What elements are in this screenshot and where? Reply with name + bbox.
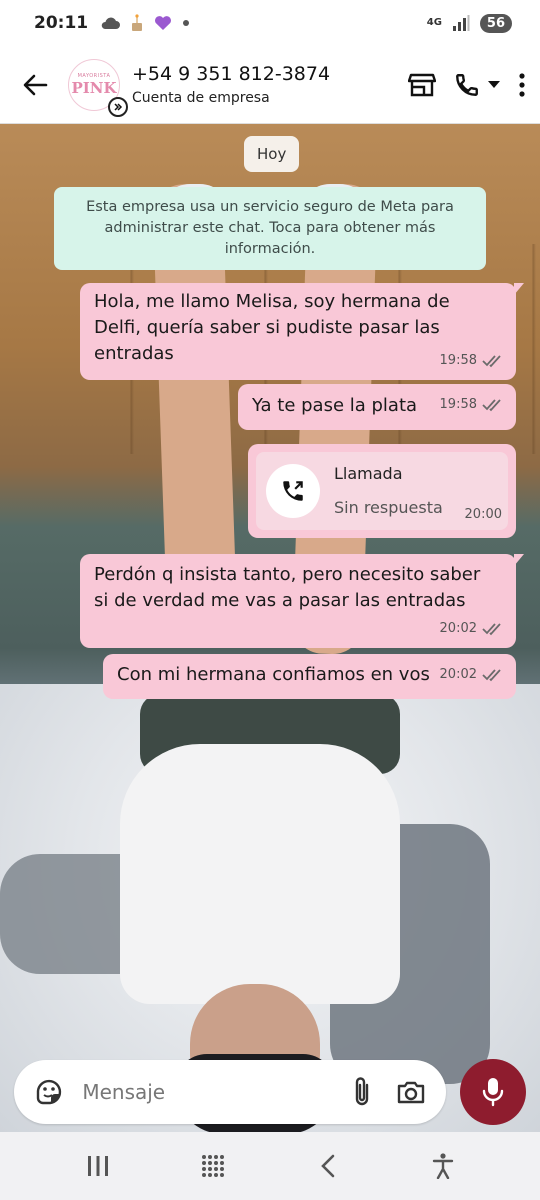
store-button[interactable] — [408, 65, 436, 105]
home-icon — [201, 1155, 224, 1177]
camera-icon — [397, 1081, 425, 1104]
call-message-bubble[interactable]: Llamada Sin respuesta 20:00 — [248, 444, 516, 538]
nav-back-button[interactable] — [298, 1141, 358, 1191]
home-button[interactable] — [183, 1141, 243, 1191]
voice-message-button[interactable] — [460, 1059, 526, 1125]
message-meta: 19:58 — [440, 348, 504, 374]
status-notification-icons — [100, 14, 190, 32]
message-bubble[interactable]: Hola, me llamo Melisa, soy hermana de De… — [80, 283, 524, 380]
call-texts: Llamada Sin respuesta — [334, 461, 443, 521]
nav-back-icon — [320, 1154, 334, 1178]
contact-subtitle: Cuenta de empresa — [132, 90, 270, 106]
message-meta: 20:02 — [440, 616, 504, 642]
message-time: 19:58 — [439, 353, 477, 368]
attach-icon — [356, 1077, 369, 1106]
signal-icon — [452, 15, 470, 31]
system-nav-bar — [0, 1132, 540, 1200]
call-status: Sin respuesta — [334, 498, 443, 517]
message-time: 19:58 — [439, 397, 477, 412]
accessibility-button[interactable] — [413, 1141, 473, 1191]
sticker-icon — [36, 1079, 62, 1105]
sticker-button[interactable] — [32, 1072, 66, 1112]
mic-icon — [482, 1078, 504, 1107]
back-button[interactable] — [14, 64, 56, 106]
recents-button[interactable] — [68, 1141, 128, 1191]
message-meta: 20:02 — [440, 662, 504, 688]
message-text: Hola, me llamo Melisa, soy hermana de De… — [94, 291, 450, 364]
message-bubble[interactable]: Ya te pase la plata 19:58 — [238, 384, 516, 430]
chat-area[interactable]: Hoy Esta empresa usa un servicio seguro … — [0, 124, 540, 1132]
message-input[interactable] — [82, 1080, 332, 1104]
message-time: 20:00 — [464, 507, 502, 522]
status-bar: 20:11 4G 56 — [0, 0, 540, 46]
message-input-bar — [14, 1060, 446, 1124]
cake-icon — [132, 14, 143, 31]
phone-icon — [456, 73, 478, 96]
message-text: Perdón q insista tanto, pero necesito sa… — [94, 564, 481, 611]
heart-icon — [155, 16, 172, 30]
contact-info[interactable]: +54 9 351 812-3874 Cuenta de empresa — [132, 63, 330, 106]
double-check-icon — [482, 355, 501, 368]
double-check-icon — [482, 623, 501, 636]
avatar-text-main: PINK — [71, 78, 117, 97]
header-actions — [408, 65, 526, 105]
attach-button[interactable] — [345, 1072, 379, 1112]
accessibility-icon — [432, 1153, 453, 1179]
chat-header: MAYORISTA PINK +54 9 351 812-3874 Cuenta… — [0, 46, 540, 124]
business-info-message[interactable]: Esta empresa usa un servicio seguro de M… — [54, 187, 486, 270]
status-time: 20:11 — [34, 13, 89, 33]
status-system-icons: 4G 56 — [426, 13, 512, 33]
cloud-icon — [101, 17, 121, 29]
missed-call-icon — [283, 481, 303, 501]
call-title: Llamada — [334, 464, 403, 483]
message-time: 20:02 — [439, 621, 477, 636]
contact-name: +54 9 351 812-3874 — [132, 63, 331, 85]
call-icon-wrap — [266, 464, 320, 518]
network-type: 4G — [426, 17, 442, 28]
call-button[interactable] — [454, 65, 500, 105]
dot-icon — [183, 20, 190, 26]
more-vert-icon — [519, 72, 525, 97]
contact-avatar[interactable]: MAYORISTA PINK — [68, 58, 128, 117]
more-options-button[interactable] — [518, 65, 526, 105]
message-bubble[interactable]: Con mi hermana confiamos en vos 20:02 — [103, 654, 516, 699]
recents-icon — [87, 1156, 108, 1176]
business-badge-icon — [108, 96, 128, 117]
dropdown-icon — [488, 80, 500, 88]
store-icon — [408, 73, 436, 96]
message-bubble[interactable]: Perdón q insista tanto, pero necesito sa… — [80, 554, 524, 648]
message-time: 20:02 — [439, 667, 477, 682]
wallpaper-shirt — [120, 744, 400, 1004]
battery-level: 56 — [479, 13, 512, 33]
double-check-icon — [482, 399, 501, 412]
date-chip: Hoy — [244, 136, 300, 172]
back-arrow-icon — [23, 74, 48, 95]
camera-button[interactable] — [394, 1072, 428, 1112]
message-meta: 19:58 — [440, 392, 504, 418]
double-check-icon — [482, 669, 501, 682]
